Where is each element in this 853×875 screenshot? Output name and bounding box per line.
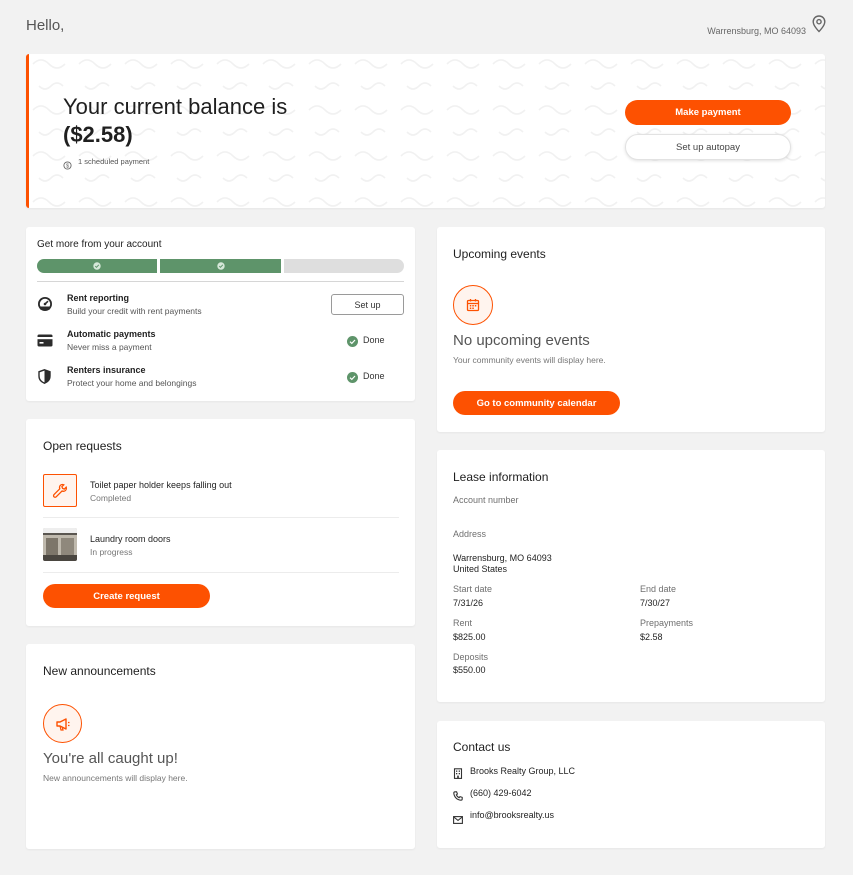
speedometer-icon <box>37 296 53 317</box>
address-line1: Warrensburg, MO 64093 <box>453 553 552 563</box>
request-title: Toilet paper holder keeps falling out <box>90 480 232 490</box>
events-card: Upcoming events No upcoming events Your … <box>437 227 825 432</box>
events-subtitle: Your community events will display here. <box>453 355 606 365</box>
balance-amount: ($2.58) <box>63 122 133 147</box>
contact-card: Contact us Brooks Realty Group, LLC (660… <box>437 721 825 848</box>
account-item-title: Rent reporting <box>67 293 129 303</box>
rent-label: Rent <box>453 618 473 628</box>
account-number-label: Account number <box>453 495 519 505</box>
request-status: Completed <box>90 493 132 503</box>
lease-title: Lease information <box>453 470 549 484</box>
start-date-value: 7/31/26 <box>453 598 484 608</box>
calendar-icon <box>466 299 480 312</box>
announcements-heading: You're all caught up! <box>43 750 178 767</box>
megaphone-icon <box>55 717 69 731</box>
done-check-icon <box>347 334 358 352</box>
announcements-card: New announcements You're all caught up! … <box>26 644 415 849</box>
start-date-label: Start date <box>453 584 493 594</box>
open-requests-card: Open requests Toilet paper holder keeps … <box>26 419 415 626</box>
prepayments-label: Prepayments <box>640 618 694 628</box>
prepayments-value: $2.58 <box>640 632 663 642</box>
make-payment-button[interactable]: Make payment <box>625 100 791 125</box>
location-pin-icon[interactable] <box>812 15 826 38</box>
done-status: Done <box>363 335 385 345</box>
contact-title: Contact us <box>453 740 511 754</box>
events-title: Upcoming events <box>453 247 546 261</box>
divider <box>37 281 404 282</box>
account-item-subtitle: Build your credit with rent payments <box>67 306 202 316</box>
deposits-value: $550.00 <box>453 665 486 675</box>
events-heading: No upcoming events <box>453 332 590 349</box>
address-label: Address <box>453 529 487 539</box>
scheduled-payment-text: 1 scheduled payment <box>78 157 150 166</box>
contact-company: Brooks Realty Group, LLC <box>470 766 576 776</box>
deposits-label: Deposits <box>453 652 489 662</box>
rent-value: $825.00 <box>453 632 486 642</box>
svg-text:$: $ <box>66 164 69 170</box>
setup-autopay-button[interactable]: Set up autopay <box>625 134 791 160</box>
divider <box>43 517 399 518</box>
create-request-button[interactable]: Create request <box>43 584 210 608</box>
progress-segment-3 <box>284 259 404 273</box>
phone-icon <box>453 788 463 806</box>
wrench-icon-box <box>43 474 77 507</box>
lease-card: Lease information Account number Address… <box>437 450 825 702</box>
shield-icon <box>38 369 51 389</box>
account-item-subtitle: Never miss a payment <box>67 342 152 352</box>
announcements-subtitle: New announcements will display here. <box>43 773 188 783</box>
building-icon <box>453 766 463 784</box>
credit-card-icon <box>37 334 53 352</box>
account-item-renters-insurance: Renters insurance Protect your home and … <box>26 363 415 391</box>
divider <box>43 572 399 573</box>
calendar-icon-circle <box>453 285 493 325</box>
account-card-title: Get more from your account <box>37 239 162 250</box>
check-icon <box>93 262 101 270</box>
account-item-rent-reporting: Rent reporting Build your credit with re… <box>26 291 415 319</box>
open-requests-title: Open requests <box>43 439 122 453</box>
account-item-title: Automatic payments <box>67 329 156 339</box>
mail-icon <box>453 811 463 829</box>
wrench-icon <box>52 483 68 498</box>
dollar-circle-icon: $ <box>63 157 72 175</box>
photo-thumbnail <box>43 528 77 561</box>
setup-rent-reporting-button[interactable]: Set up <box>331 294 404 315</box>
address-line2: United States <box>453 564 508 574</box>
done-status: Done <box>363 371 385 381</box>
account-card: Get more from your account Rent reportin… <box>26 227 415 401</box>
request-item[interactable]: Toilet paper holder keeps falling out Co… <box>43 473 399 518</box>
request-title: Laundry room doors <box>90 534 171 544</box>
balance-title: Your current balance is <box>63 94 288 119</box>
account-item-title: Renters insurance <box>67 365 146 375</box>
contact-phone[interactable]: (660) 429-6042 <box>470 788 532 798</box>
community-calendar-button[interactable]: Go to community calendar <box>453 391 620 415</box>
done-check-icon <box>347 370 358 388</box>
progress-bar <box>37 259 404 273</box>
request-item[interactable]: Laundry room doors In progress <box>43 527 399 572</box>
progress-segment-1 <box>37 259 157 273</box>
contact-email[interactable]: info@brooksrealty.us <box>470 810 554 820</box>
megaphone-icon-circle <box>43 704 82 743</box>
account-item-automatic-payments: Automatic payments Never miss a payment … <box>26 327 415 355</box>
announcements-title: New announcements <box>43 664 156 678</box>
greeting: Hello, <box>26 17 65 34</box>
request-status: In progress <box>90 547 133 557</box>
check-icon <box>216 262 225 270</box>
progress-segment-2 <box>160 259 281 273</box>
end-date-label: End date <box>640 584 677 594</box>
end-date-value: 7/30/27 <box>640 598 671 608</box>
balance-card: Your current balance is ($2.58) $ 1 sche… <box>26 54 825 208</box>
location-text: Warrensburg, MO 64093 <box>707 26 806 36</box>
account-item-subtitle: Protect your home and belongings <box>67 378 197 388</box>
pattern-background <box>29 54 825 208</box>
